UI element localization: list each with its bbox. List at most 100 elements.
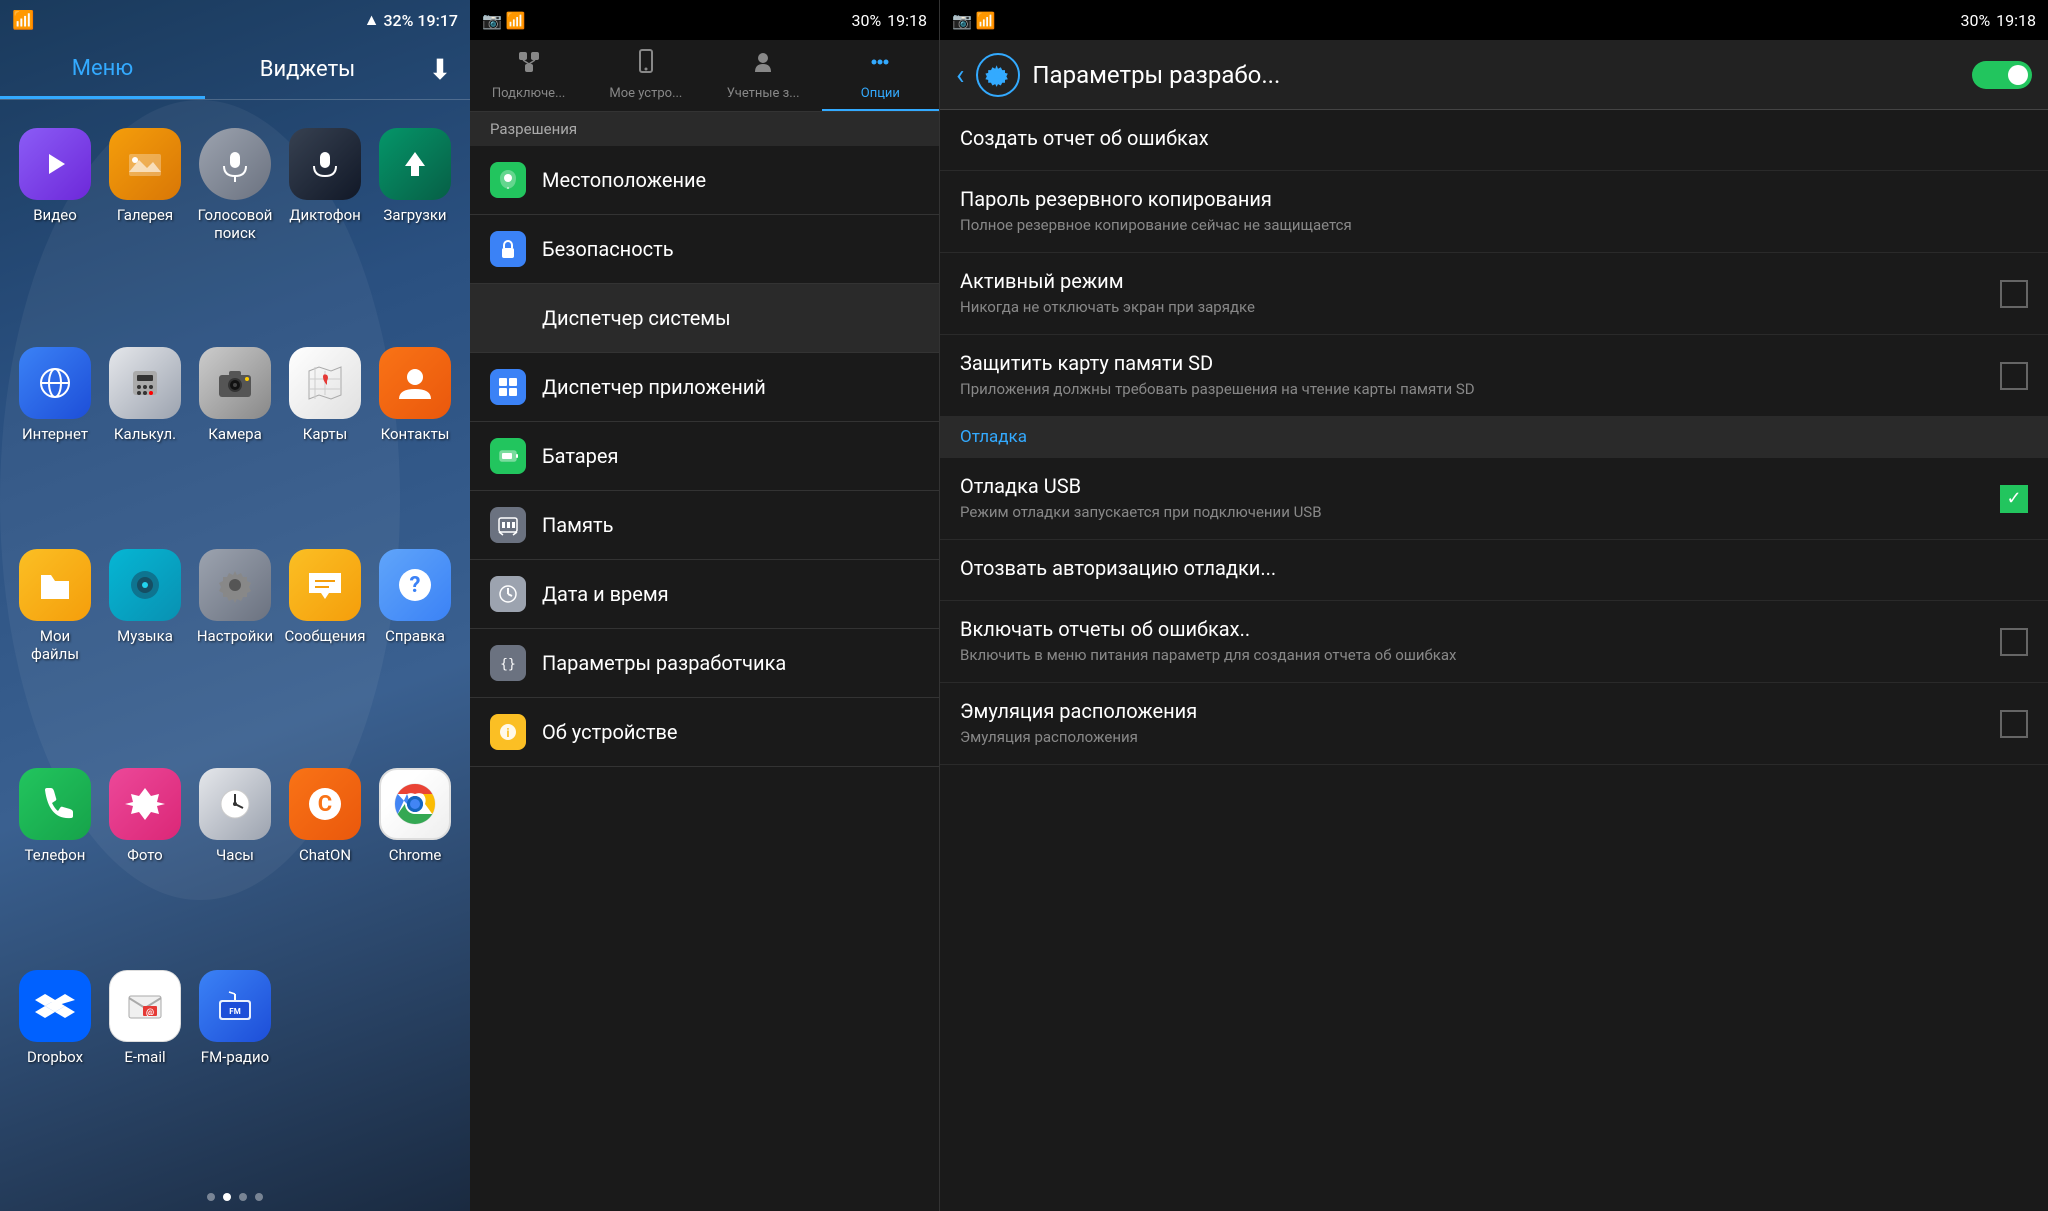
settings-status-bar: 📷 📶 30% 19:18 — [470, 0, 939, 40]
settings-item-location-label: Местоположение — [542, 168, 706, 192]
settings-item-developer[interactable]: {} Параметры разработчика — [470, 629, 939, 698]
dev-option-backup-password[interactable]: Пароль резервного копирования Полное рез… — [940, 171, 2048, 253]
app-messages[interactable]: Сообщения — [280, 541, 370, 760]
settings-item-about[interactable]: i Об устройстве — [470, 698, 939, 767]
settings-status-left: 📷 📶 — [482, 11, 526, 30]
developer-options-panel: 📷 📶 30% 19:18 ‹ Параметры разрабо... Соз… — [940, 0, 2048, 1211]
tab-widgets[interactable]: Виджеты — [205, 40, 410, 99]
tab-mydevice[interactable]: Мое устро... — [587, 40, 704, 111]
app-dropbox[interactable]: Dropbox — [10, 962, 100, 1163]
app-label-email: E-mail — [124, 1048, 165, 1066]
app-icon-messages — [289, 549, 361, 621]
system-manager-icon — [490, 300, 526, 336]
dev-header-settings-icon — [976, 53, 1020, 97]
app-contacts[interactable]: Контакты — [370, 339, 460, 540]
app-icon-dictaphone — [289, 128, 361, 200]
tab-connections[interactable]: Подключе... — [470, 40, 587, 111]
settings-item-app-manager[interactable]: Диспетчер приложений — [470, 353, 939, 422]
app-voice-search[interactable]: Голосовой поиск — [190, 120, 280, 339]
dev-checkbox-usb[interactable]: ✓ — [2000, 485, 2028, 513]
app-label-chrome: Chrome — [389, 846, 442, 864]
svg-text:?: ? — [410, 573, 421, 598]
settings-item-security[interactable]: Безопасность — [470, 215, 939, 284]
memory-icon — [490, 507, 526, 543]
tab-options[interactable]: Опции — [822, 40, 939, 111]
app-maps[interactable]: Карты — [280, 339, 370, 540]
download-tab-btn[interactable]: ⬇ — [410, 53, 470, 86]
settings-item-location[interactable]: Местоположение — [470, 146, 939, 215]
app-music[interactable]: Музыка — [100, 541, 190, 760]
settings-item-datetime[interactable]: Дата и время — [470, 560, 939, 629]
settings-item-developer-label: Параметры разработчика — [542, 651, 786, 675]
app-icon-clock — [199, 768, 271, 840]
app-camera[interactable]: Камера — [190, 339, 280, 540]
app-icon-maps — [289, 347, 361, 419]
dev-time: 19:18 — [1996, 11, 2036, 30]
dev-option-protect-title: Защитить карту памяти SD — [960, 351, 1988, 375]
dev-title: Параметры разрабо... — [1032, 61, 1972, 89]
app-label-clock: Часы — [216, 846, 254, 864]
developer-icon: {} — [490, 645, 526, 681]
dev-option-location-emulation[interactable]: Эмуляция расположения Эмуляция расположе… — [940, 683, 2048, 765]
app-icon-calculator — [109, 347, 181, 419]
app-label-downloads: Загрузки — [383, 206, 446, 224]
options-icon — [866, 48, 894, 82]
dev-option-errors-desc: Включить в меню питания параметр для соз… — [960, 645, 1988, 666]
dev-toggle-switch[interactable] — [1972, 61, 2032, 89]
dev-option-location-desc: Эмуляция расположения — [960, 727, 1988, 748]
settings-item-app-manager-label: Диспетчер приложений — [542, 375, 766, 399]
app-help[interactable]: ? Справка — [370, 541, 460, 760]
dev-checkbox-protect[interactable] — [2000, 362, 2028, 390]
dev-section-debug: Отладка — [940, 417, 2048, 458]
app-label-gallery: Галерея — [117, 206, 173, 224]
app-video[interactable]: Видео — [10, 120, 100, 339]
settings-item-system-label: Диспетчер системы — [542, 306, 731, 330]
tab-menu[interactable]: Меню — [0, 40, 205, 99]
app-label-calculator: Калькул. — [114, 425, 176, 443]
dev-option-active-mode[interactable]: Активный режим Никогда не отключать экра… — [940, 253, 2048, 335]
screenshot-icon: 📷 — [482, 11, 502, 30]
settings-status-right: 30% 19:18 — [851, 11, 927, 30]
settings-item-memory[interactable]: Память — [470, 491, 939, 560]
app-clock[interactable]: Часы — [190, 760, 280, 961]
app-label-photos: Фото — [127, 846, 162, 864]
app-phone[interactable]: Телефон — [10, 760, 100, 961]
settings-item-battery[interactable]: Батарея — [470, 422, 939, 491]
app-fmradio[interactable]: FM FM-радио — [190, 962, 280, 1163]
page-dots — [0, 1183, 470, 1211]
tab-accounts[interactable]: Учетные з... — [705, 40, 822, 111]
app-myfiles[interactable]: Мои файлы — [10, 541, 100, 760]
dev-checkbox-location[interactable] — [2000, 710, 2028, 738]
app-settings[interactable]: Настройки — [190, 541, 280, 760]
dev-option-error-report-title: Создать отчет об ошибках — [960, 126, 2028, 150]
dot-2 — [223, 1193, 231, 1201]
app-dictaphone[interactable]: Диктофон — [280, 120, 370, 339]
dev-option-enable-errors[interactable]: Включать отчеты об ошибках.. Включить в … — [940, 601, 2048, 683]
app-photos[interactable]: Фото — [100, 760, 190, 961]
dev-option-revoke-auth[interactable]: Отозвать авторизацию отладки... — [940, 540, 2048, 601]
dev-option-error-report[interactable]: Создать отчет об ошибках — [940, 110, 2048, 171]
app-internet[interactable]: Интернет — [10, 339, 100, 540]
dev-toggle-knob — [2008, 65, 2028, 85]
app-email[interactable]: @ E-mail — [100, 962, 190, 1163]
app-downloads[interactable]: Загрузки — [370, 120, 460, 339]
battery-menu-icon — [490, 438, 526, 474]
app-label-voice: Голосовой поиск — [194, 206, 276, 242]
app-gallery[interactable]: Галерея — [100, 120, 190, 339]
app-chaton[interactable]: C ChatON — [280, 760, 370, 961]
dot-3 — [239, 1193, 247, 1201]
dev-option-usb-debug[interactable]: Отладка USB Режим отладки запускается пр… — [940, 458, 2048, 540]
mydevice-icon — [632, 48, 660, 82]
app-icon-myfiles — [19, 549, 91, 621]
dev-checkbox-active[interactable] — [2000, 280, 2028, 308]
settings-item-system-manager[interactable]: Диспетчер системы — [470, 284, 939, 353]
app-calculator[interactable]: Калькул. — [100, 339, 190, 540]
back-button[interactable]: ‹ — [956, 58, 964, 91]
svg-text:C: C — [318, 792, 332, 817]
app-chrome[interactable]: Chrome — [370, 760, 460, 961]
dev-checkbox-errors[interactable] — [2000, 628, 2028, 656]
security-icon — [490, 231, 526, 267]
dev-option-protect-sd[interactable]: Защитить карту памяти SD Приложения долж… — [940, 335, 2048, 417]
app-icon-phone — [19, 768, 91, 840]
tab-accounts-label: Учетные з... — [727, 86, 800, 101]
